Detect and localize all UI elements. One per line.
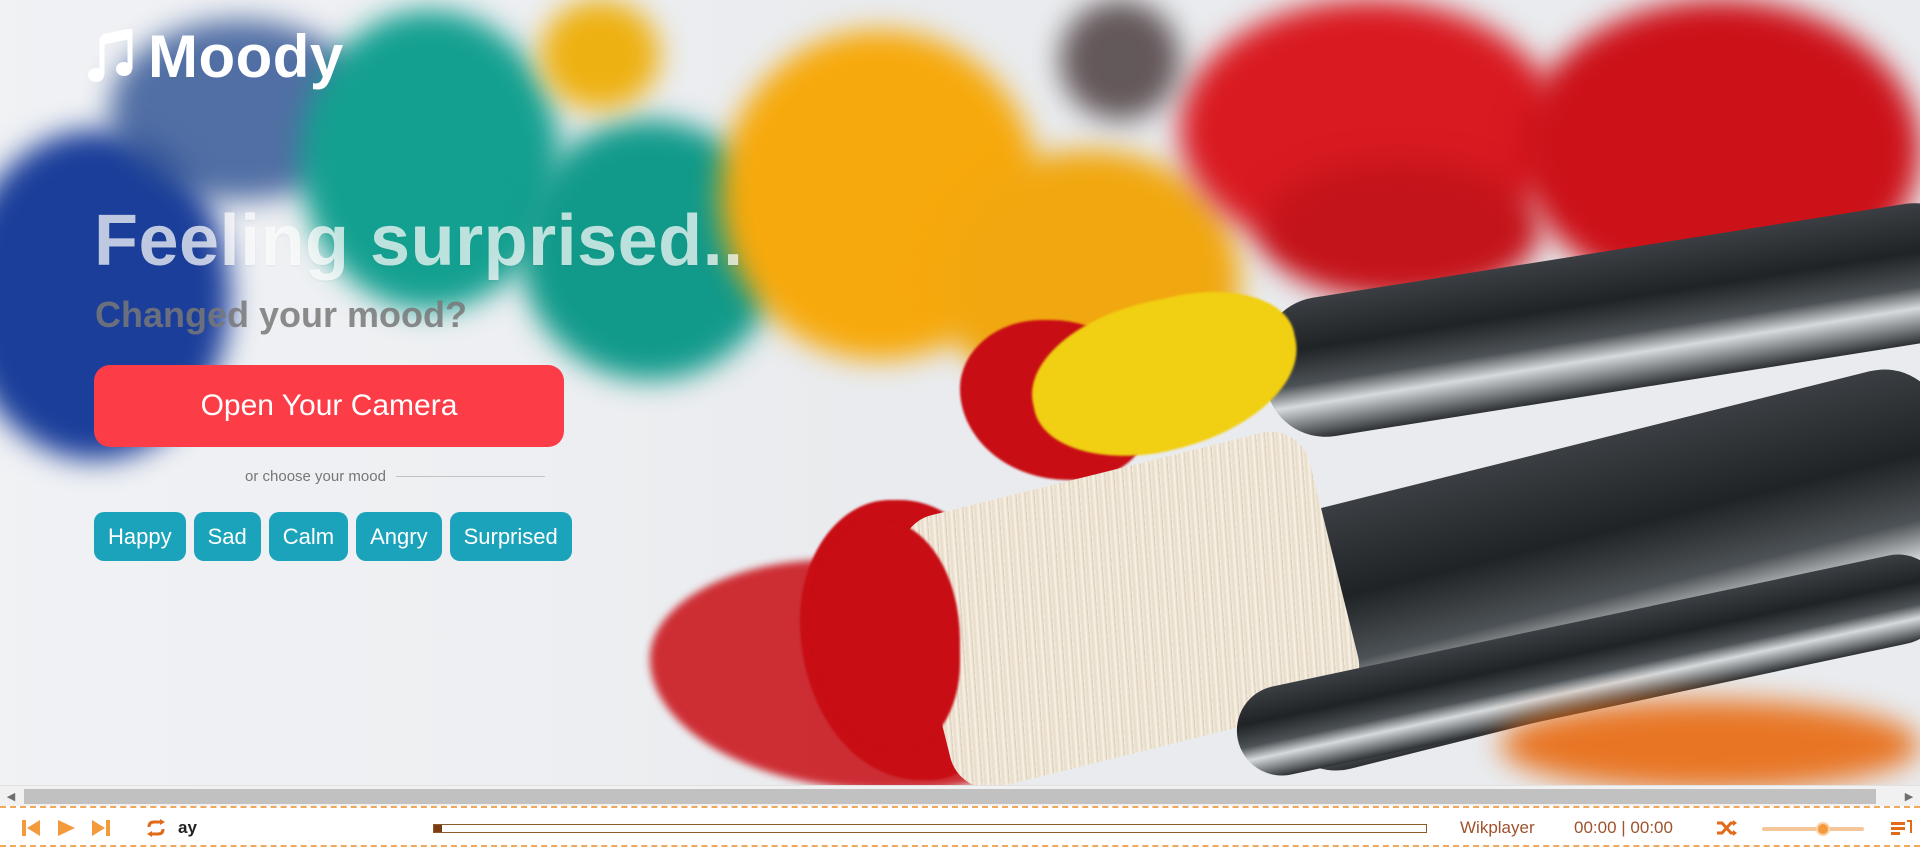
scroll-left-arrow-icon[interactable]: ◀ bbox=[0, 786, 22, 807]
hero-section: Moody Feeling surprised.. Changed your m… bbox=[0, 0, 1920, 785]
previous-icon[interactable] bbox=[20, 818, 42, 838]
volume-slider-knob[interactable] bbox=[1816, 822, 1831, 836]
media-player-bar: ay Wikplayer 00:00 | 00:00 bbox=[0, 806, 1920, 847]
horizontal-scrollbar[interactable]: ◀ ▶ bbox=[0, 785, 1920, 806]
app-logo[interactable]: Moody bbox=[88, 22, 344, 91]
progress-fill bbox=[434, 825, 442, 832]
open-camera-button[interactable]: Open Your Camera bbox=[94, 365, 564, 447]
repeat-icon[interactable] bbox=[145, 818, 167, 838]
app-name: Moody bbox=[148, 23, 344, 90]
volume-slider[interactable] bbox=[1762, 822, 1864, 836]
mood-button-happy[interactable]: Happy bbox=[94, 512, 186, 561]
time-display: 00:00 | 00:00 bbox=[1574, 818, 1673, 837]
scroll-right-arrow-icon[interactable]: ▶ bbox=[1898, 786, 1920, 807]
choose-mood-divider: or choose your mood bbox=[95, 466, 545, 486]
next-icon[interactable] bbox=[90, 818, 112, 838]
shuffle-icon[interactable] bbox=[1716, 818, 1738, 838]
music-note-icon bbox=[88, 28, 133, 82]
mood-button-calm[interactable]: Calm bbox=[268, 512, 349, 561]
mood-button-angry[interactable]: Angry bbox=[356, 512, 442, 561]
track-title: ay bbox=[178, 818, 197, 837]
mood-button-group: Happy Sad Calm Angry Surprised bbox=[94, 512, 572, 561]
divider-line bbox=[395, 475, 545, 477]
progress-bar[interactable] bbox=[433, 824, 1427, 833]
play-icon[interactable] bbox=[55, 818, 77, 838]
divider-text: or choose your mood bbox=[245, 467, 386, 485]
mood-headline: Feeling surprised.. bbox=[94, 201, 744, 281]
scrollbar-thumb[interactable] bbox=[24, 789, 1876, 804]
mood-subline: Changed your mood? bbox=[95, 294, 467, 335]
mood-button-sad[interactable]: Sad bbox=[193, 512, 261, 561]
player-brand-label: Wikplayer bbox=[1460, 818, 1535, 837]
playlist-icon[interactable] bbox=[1890, 818, 1912, 838]
mood-button-surprised[interactable]: Surprised bbox=[449, 512, 572, 561]
